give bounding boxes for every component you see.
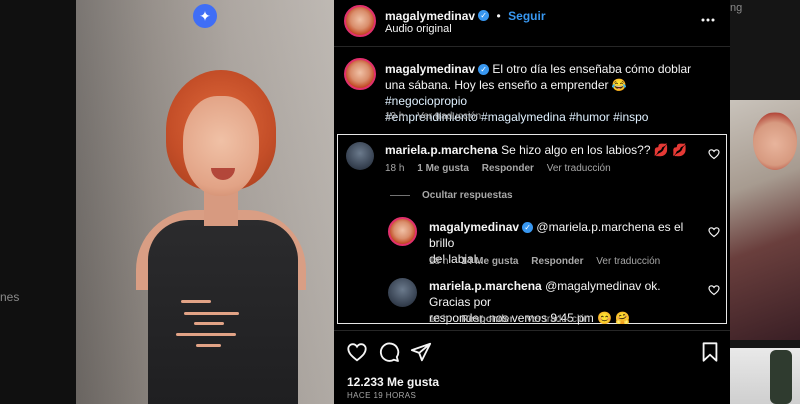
dress-cutout: [181, 300, 211, 303]
translate-link[interactable]: Ver traducción: [596, 256, 660, 267]
replies-divider: [390, 195, 410, 196]
verified-badge-icon: ✓: [522, 222, 534, 234]
reply-button[interactable]: Responder: [482, 163, 534, 174]
reply-button[interactable]: Responder: [461, 314, 513, 325]
comment-icon[interactable]: [378, 341, 400, 363]
more-horizontal-icon[interactable]: [700, 12, 716, 28]
author-avatar[interactable]: [344, 5, 376, 37]
likes-count[interactable]: 12.233 Me gusta: [347, 375, 439, 389]
reply-username[interactable]: magalymedinav: [429, 220, 519, 234]
background-right-text: ng: [730, 2, 743, 14]
follow-button[interactable]: Seguir: [508, 9, 545, 23]
caption-avatar[interactable]: [344, 58, 376, 90]
post-video[interactable]: [76, 0, 334, 404]
translate-link[interactable]: Ver traducción: [417, 111, 481, 122]
reply-likes[interactable]: 14 Me gusta: [461, 256, 518, 267]
translate-link[interactable]: Ver traducción: [526, 314, 590, 325]
save-bookmark-icon[interactable]: [699, 341, 721, 363]
actions-divider: [334, 330, 730, 331]
reply-username[interactable]: mariela.p.marchena: [429, 279, 542, 293]
background-left-text: nes: [0, 290, 20, 304]
dress-cutout: [176, 333, 236, 336]
header-separator: •: [496, 9, 501, 23]
comment-likes[interactable]: 1 Me gusta: [417, 163, 469, 174]
caption-meta: 19 h Ver traducción: [385, 111, 491, 122]
reply-time: 18 h: [429, 314, 449, 325]
comment: mariela.p.marchena Se hizo algo en los l…: [385, 142, 687, 158]
reply-button[interactable]: Responder: [531, 256, 583, 267]
heart-icon[interactable]: [708, 148, 720, 160]
comment-meta: 18 h 1 Me gusta Responder Ver traducción: [385, 163, 621, 174]
author-username[interactable]: magalymedinav: [385, 9, 475, 23]
sparkle-icon[interactable]: ✦: [193, 4, 217, 28]
reply-avatar[interactable]: [388, 278, 417, 307]
heart-icon[interactable]: [708, 284, 720, 296]
reply-time: 18 h: [429, 256, 449, 267]
comment-time: 18 h: [385, 163, 405, 174]
like-heart-icon[interactable]: [346, 341, 368, 363]
audio-label[interactable]: Audio original: [385, 23, 452, 35]
share-icon[interactable]: [410, 341, 432, 363]
caption-time: 19 h: [385, 111, 405, 122]
hide-replies-button[interactable]: Ocultar respuestas: [422, 190, 513, 201]
heart-icon[interactable]: [708, 226, 720, 238]
reply-meta: 18 h 14 Me gusta Responder Ver traducció…: [429, 256, 670, 267]
background-thumbnail-face: [753, 112, 797, 170]
comment-text: Se hizo algo en los labios?? 💋 💋: [501, 143, 688, 157]
caption-username[interactable]: magalymedinav: [385, 62, 475, 76]
verified-badge-icon: ✓: [478, 10, 490, 22]
dress-cutout: [194, 322, 224, 325]
phone-image: [770, 350, 792, 404]
commenter-avatar[interactable]: [346, 142, 374, 170]
background-left-column: [0, 0, 76, 404]
verified-badge-icon: ✓: [478, 64, 490, 76]
post-time: HACE 19 HORAS: [347, 391, 417, 400]
comment-username[interactable]: mariela.p.marchena: [385, 143, 498, 157]
caption-hashtags[interactable]: #negociopropio: [385, 94, 467, 108]
header-divider: [334, 46, 730, 47]
dress-cutout: [196, 344, 221, 347]
reply-meta: 18 h Responder Ver traducción: [429, 314, 600, 325]
video-person-face: [183, 96, 259, 196]
dress-cutout: [184, 312, 239, 315]
translate-link[interactable]: Ver traducción: [547, 163, 611, 174]
reply-avatar[interactable]: [388, 217, 417, 246]
